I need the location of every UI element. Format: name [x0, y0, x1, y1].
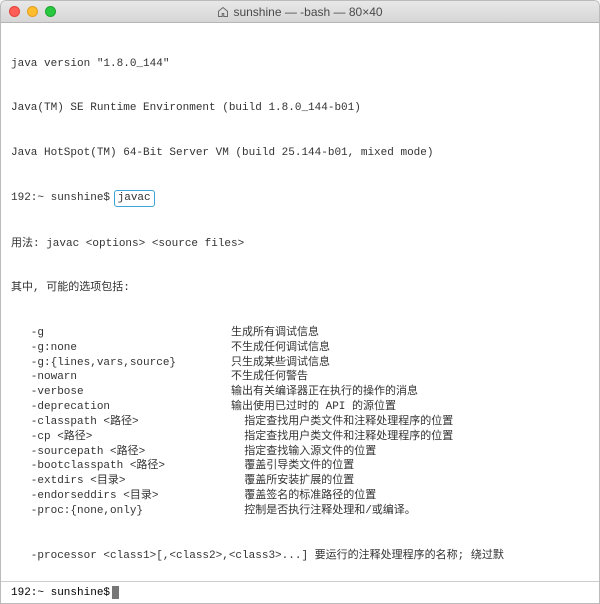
- option-flag: -nowarn: [11, 370, 231, 385]
- window-title: sunshine — -bash — 80×40: [1, 5, 599, 19]
- option-desc: 只生成某些调试信息: [231, 356, 330, 371]
- option-flag: -proc:{none,only}: [11, 504, 231, 519]
- terminal-output[interactable]: java version "1.8.0_144" Java(TM) SE Run…: [1, 23, 599, 581]
- option-desc: 输出使用已过时的 API 的源位置: [231, 400, 396, 415]
- option-flag: -sourcepath <路径>: [11, 445, 231, 460]
- option-desc: 覆盖引导类文件的位置: [231, 459, 354, 474]
- output-line: java version "1.8.0_144": [11, 57, 589, 72]
- option-desc: 指定查找输入源文件的位置: [231, 445, 376, 460]
- option-row: -g:{lines,vars,source}只生成某些调试信息: [11, 356, 589, 371]
- option-flag: -extdirs <目录>: [11, 474, 231, 489]
- option-row: -cp <路径> 指定查找用户类文件和注释处理程序的位置: [11, 430, 589, 445]
- option-flag: -g: [11, 326, 231, 341]
- option-flag: -bootclasspath <路径>: [11, 459, 231, 474]
- option-row: -verbose输出有关编译器正在执行的操作的消息: [11, 385, 589, 400]
- window-title-text: sunshine — -bash — 80×40: [233, 5, 382, 19]
- prompt-text: 192:~ sunshine$: [11, 587, 110, 599]
- option-flag: -cp <路径>: [11, 430, 231, 445]
- option-desc: 不生成任何调试信息: [231, 341, 330, 356]
- option-flag: -verbose: [11, 385, 231, 400]
- option-desc: 覆盖所安装扩展的位置: [231, 474, 354, 489]
- option-desc: 指定查找用户类文件和注释处理程序的位置: [231, 415, 453, 430]
- option-row: -classpath <路径> 指定查找用户类文件和注释处理程序的位置: [11, 415, 589, 430]
- option-desc: 生成所有调试信息: [231, 326, 319, 341]
- option-flag: -endorseddirs <目录>: [11, 489, 231, 504]
- prompt-current[interactable]: 192:~ sunshine$: [1, 581, 599, 603]
- output-line: Java(TM) SE Runtime Environment (build 1…: [11, 101, 589, 116]
- output-line: Java HotSpot(TM) 64-Bit Server VM (build…: [11, 146, 589, 161]
- cursor-icon: [112, 586, 119, 599]
- option-flag: -classpath <路径>: [11, 415, 231, 430]
- option-row: -proc:{none,only} 控制是否执行注释处理和/或编译。: [11, 504, 589, 519]
- option-row: -extdirs <目录> 覆盖所安装扩展的位置: [11, 474, 589, 489]
- option-row: -nowarn不生成任何警告: [11, 370, 589, 385]
- output-line: 用法: javac <options> <source files>: [11, 237, 589, 252]
- option-row: -g生成所有调试信息: [11, 326, 589, 341]
- terminal-window: sunshine — -bash — 80×40 java version "1…: [0, 0, 600, 604]
- option-desc: 输出有关编译器正在执行的操作的消息: [231, 385, 418, 400]
- command-highlight: javac: [114, 190, 155, 207]
- option-desc: 指定查找用户类文件和注释处理程序的位置: [231, 430, 453, 445]
- prompt-prefix: 192:~ sunshine$: [11, 192, 117, 204]
- option-row: -sourcepath <路径> 指定查找输入源文件的位置: [11, 445, 589, 460]
- option-desc: 不生成任何警告: [231, 370, 308, 385]
- option-desc: 控制是否执行注释处理和/或编译。: [231, 504, 416, 519]
- output-line: -processor <class1>[,<class2>,<class3>..…: [11, 549, 589, 564]
- prompt-line: 192:~ sunshine$ javac: [11, 190, 589, 207]
- titlebar: sunshine — -bash — 80×40: [1, 1, 599, 23]
- option-flag: -deprecation: [11, 400, 231, 415]
- option-row: -g:none不生成任何调试信息: [11, 341, 589, 356]
- home-icon: [217, 6, 229, 18]
- option-row: -endorseddirs <目录> 覆盖签名的标准路径的位置: [11, 489, 589, 504]
- option-desc: 覆盖签名的标准路径的位置: [231, 489, 376, 504]
- option-flag: -g:none: [11, 341, 231, 356]
- option-row: -deprecation输出使用已过时的 API 的源位置: [11, 400, 589, 415]
- option-flag: -g:{lines,vars,source}: [11, 356, 231, 371]
- option-row: -bootclasspath <路径> 覆盖引导类文件的位置: [11, 459, 589, 474]
- output-line: 其中, 可能的选项包括:: [11, 281, 589, 296]
